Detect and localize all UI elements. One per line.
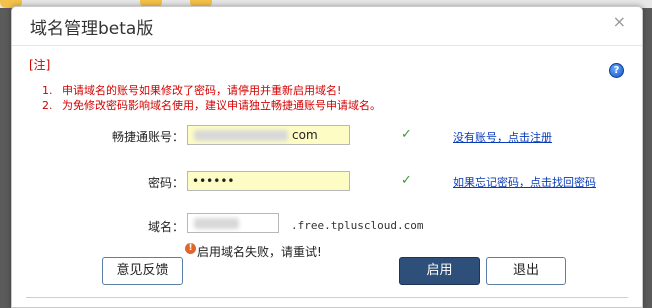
- notes-list: 1. 申请域名的账号如果修改了密码，请停用并重新启用域名! 2. 为免修改密码影响域…: [42, 83, 381, 113]
- exit-button[interactable]: 退出: [486, 257, 566, 285]
- note-text: 申请域名的账号如果修改了密码，请停用并重新启用域名!: [62, 84, 342, 97]
- dialog-title: 域名管理beta版: [30, 19, 154, 39]
- domain-suffix: .free.tpluscloud.com: [291, 219, 424, 232]
- help-icon[interactable]: ?: [609, 63, 624, 78]
- note-item: 1. 申请域名的账号如果修改了密码，请停用并重新启用域名!: [42, 83, 381, 98]
- error-message: 启用域名失败，请重试!: [197, 245, 322, 259]
- feedback-button[interactable]: 意见反馈: [102, 257, 183, 285]
- forgot-password-link[interactable]: 如果忘记密码，点击找回密码: [453, 174, 596, 190]
- note-number: 2.: [42, 99, 53, 112]
- error-icon: !: [185, 243, 196, 254]
- account-value: com: [292, 128, 318, 142]
- note-number: 1.: [42, 84, 53, 97]
- redacted-text: [194, 130, 288, 141]
- close-icon[interactable]: ×: [613, 12, 626, 31]
- password-input[interactable]: ••••••: [187, 171, 350, 191]
- bottom-divider: [26, 297, 628, 298]
- domain-input[interactable]: [187, 213, 279, 233]
- account-label: 畅捷通账号：: [111, 130, 184, 144]
- domain-label: 域名：: [147, 220, 184, 234]
- check-icon: ✓: [401, 173, 412, 188]
- note-item: 2. 为免修改密码影响域名使用，建议申请独立畅捷通账号申请域名。: [42, 98, 381, 113]
- redacted-text: [194, 218, 239, 229]
- check-icon: ✓: [401, 127, 412, 142]
- domain-management-dialog: 域名管理beta版 × [注] ? 1. 申请域名的账号如果修改了密码，请停用并重…: [11, 6, 643, 308]
- note-text: 为免修改密码影响域名使用，建议申请独立畅捷通账号申请域名。: [62, 99, 381, 112]
- note-tag: [注]: [29, 58, 51, 72]
- password-label: 密码：: [147, 176, 184, 190]
- register-link[interactable]: 没有账号，点击注册: [453, 129, 552, 145]
- enable-button[interactable]: 启用: [399, 257, 480, 285]
- title-divider: [12, 45, 642, 46]
- account-input[interactable]: com: [187, 125, 350, 145]
